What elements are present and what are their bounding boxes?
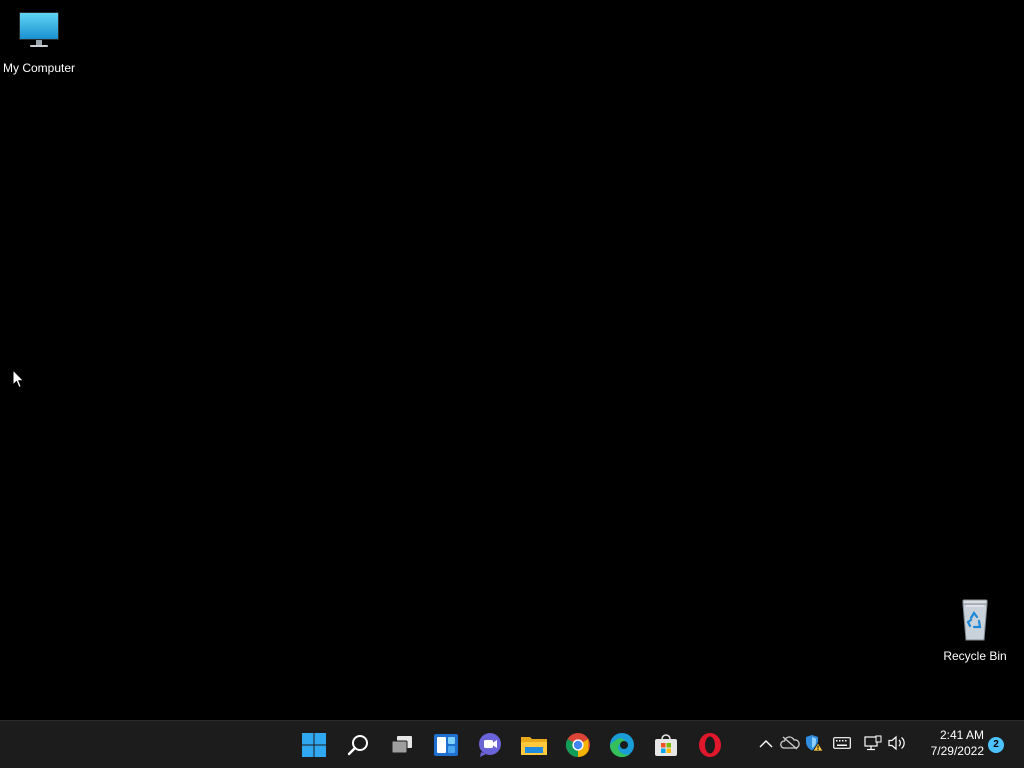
widgets-button[interactable] xyxy=(426,725,466,765)
recycle-bin-icon xyxy=(951,596,999,644)
clock-button[interactable]: 2:41 AM 7/29/2022 xyxy=(910,727,984,759)
start-button[interactable] xyxy=(294,725,334,765)
volume-tray-button[interactable] xyxy=(886,734,908,756)
task-view-icon xyxy=(389,733,415,757)
notification-badge[interactable]: 2 xyxy=(988,737,1004,753)
opera-button[interactable] xyxy=(690,725,730,765)
onedrive-tray-button[interactable] xyxy=(779,734,801,756)
desktop-icon-my-computer[interactable]: My Computer xyxy=(0,8,81,75)
task-view-button[interactable] xyxy=(382,725,422,765)
search-icon xyxy=(346,733,370,757)
chrome-button[interactable] xyxy=(558,725,598,765)
search-button[interactable] xyxy=(338,725,378,765)
folder-icon xyxy=(520,733,548,757)
keyboard-icon xyxy=(833,736,851,754)
store-button[interactable] xyxy=(646,725,686,765)
onedrive-icon xyxy=(780,735,800,755)
chevron-up-icon xyxy=(759,736,773,754)
chat-icon xyxy=(477,732,503,758)
desktop-icon-label: My Computer xyxy=(2,61,76,75)
edge-button[interactable] xyxy=(602,725,642,765)
clock-date: 7/29/2022 xyxy=(930,744,984,758)
clock-time: 2:41 AM xyxy=(939,728,984,742)
file-explorer-button[interactable] xyxy=(514,725,554,765)
desktop-icon-recycle-bin[interactable]: Recycle Bin xyxy=(933,596,1017,663)
security-warning-icon xyxy=(804,734,824,757)
mouse-cursor-icon xyxy=(12,368,26,389)
monitor-icon xyxy=(15,8,63,56)
taskbar: 2:41 AM 7/29/2022 2 xyxy=(0,720,1024,768)
chat-button[interactable] xyxy=(470,725,510,765)
opera-icon xyxy=(697,732,723,758)
windows-security-tray-button[interactable] xyxy=(803,734,825,756)
volume-icon xyxy=(887,735,907,756)
network-icon xyxy=(864,735,882,756)
network-tray-button[interactable] xyxy=(862,734,884,756)
edge-icon xyxy=(609,732,635,758)
show-hidden-icons-button[interactable] xyxy=(755,734,777,756)
chrome-icon xyxy=(565,732,591,758)
windows-logo-icon xyxy=(301,732,327,758)
store-icon xyxy=(653,732,679,758)
touch-keyboard-button[interactable] xyxy=(831,734,853,756)
widgets-icon xyxy=(433,733,459,757)
desktop-icon-label: Recycle Bin xyxy=(943,649,1007,663)
desktop[interactable]: My Computer Recycle Bin xyxy=(0,0,1024,720)
